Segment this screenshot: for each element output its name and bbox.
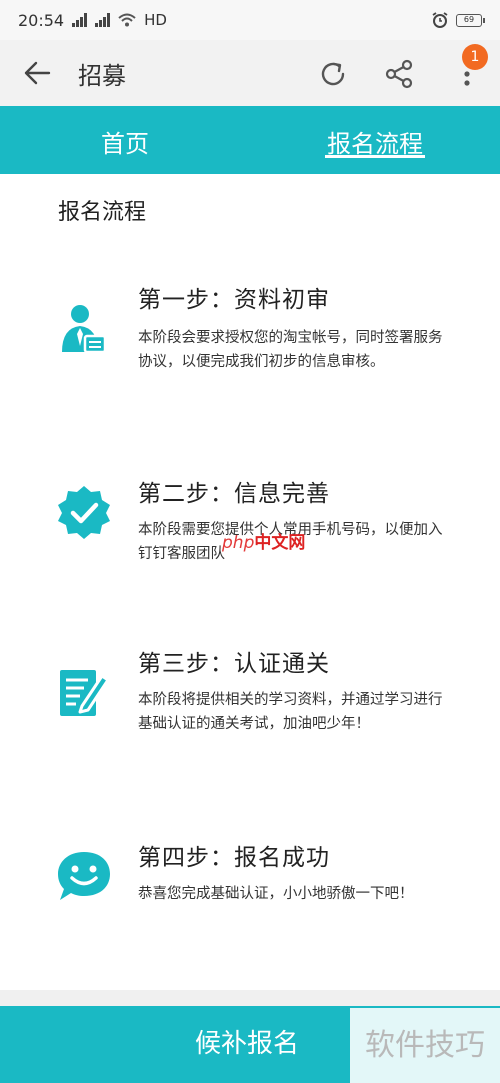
share-icon[interactable] (383, 57, 417, 91)
battery-icon: 69 (456, 13, 485, 27)
status-right: 69 (432, 12, 485, 28)
user-card-icon (62, 305, 107, 354)
verified-badge-icon (58, 486, 110, 539)
step-description: 本阶段将提供相关的学习资料，并通过学习进行基础认证的通关考试，加油吧少年！ (138, 692, 443, 732)
step-description: 本阶段会要求授权您的淘宝帐号，同时签署服务协议，以便完成我们初步的信息审核。 (138, 330, 443, 370)
tab-signup-process-label: 报名流程 (327, 130, 423, 158)
wifi-icon (118, 13, 136, 27)
step-description: 恭喜您完成基础认证，小小地骄傲一下吧！ (138, 886, 414, 902)
tab-home-label: 首页 (101, 130, 149, 158)
watermark-corner: 软件技巧 (350, 1008, 500, 1083)
bottom-divider (0, 990, 500, 1006)
step-title: 第二步：信息完善 (138, 481, 330, 507)
status-left: 20:54 HD (18, 11, 167, 30)
waitlist-signup-label: 候补报名 (195, 1029, 300, 1059)
watermark-php-latin: php (222, 533, 255, 553)
status-time: 20:54 (18, 10, 65, 30)
active-tab-indicator (325, 155, 425, 158)
signal-icon (72, 13, 88, 27)
watermark-php-cn: 中文网 (254, 533, 306, 553)
tab-home[interactable]: 首页 (0, 106, 250, 174)
step-title: 第一步：资料初审 (138, 287, 330, 313)
step-title: 第四步：报名成功 (138, 845, 330, 871)
edit-document-icon (60, 670, 110, 716)
tab-bar: 首页 报名流程 (0, 106, 500, 174)
network-type: HD (144, 11, 167, 29)
section-title: 报名流程 (58, 200, 147, 225)
step-title: 第三步：认证通关 (138, 651, 330, 677)
tab-signup-process[interactable]: 报名流程 (250, 106, 500, 174)
alarm-icon (432, 12, 448, 28)
refresh-icon[interactable] (316, 57, 350, 91)
notification-badge: 1 (462, 44, 488, 70)
smile-icon (58, 852, 110, 900)
page-title: 招募 (78, 62, 126, 90)
signal-icon-2 (95, 13, 111, 27)
app-bar: 招募 1 (0, 40, 500, 106)
watermark-php: php中文网 (222, 528, 305, 553)
back-arrow-icon[interactable] (22, 60, 52, 86)
status-bar: 20:54 HD 69 (0, 0, 500, 40)
